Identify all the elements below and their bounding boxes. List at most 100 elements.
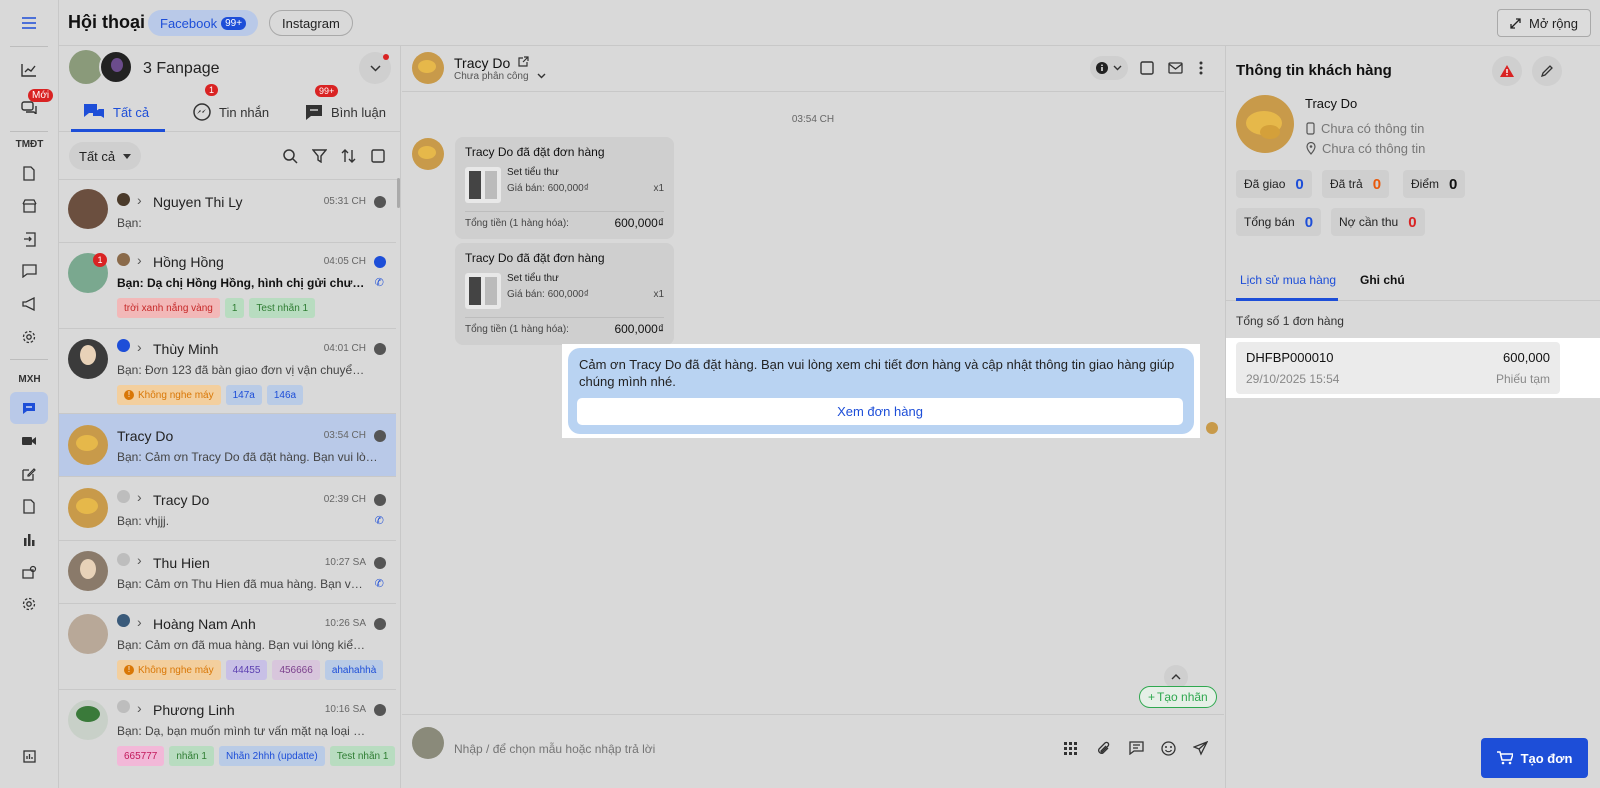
stat-total-sales: Tổng bán 0 [1236, 208, 1322, 236]
conversation-item[interactable]: › Nguyen Thi Ly 05:31 CH Bạn: [59, 180, 396, 243]
tag[interactable]: nhãn 1 [169, 746, 214, 766]
grid-icon[interactable] [1059, 737, 1081, 759]
bar-chart-icon[interactable] [17, 527, 41, 551]
more-vertical-icon[interactable] [1191, 58, 1211, 78]
order-code: DHFBP000010 [1246, 350, 1334, 365]
search-icon[interactable] [280, 146, 300, 166]
shop-settings-icon[interactable] [17, 560, 41, 584]
caret-down-icon [123, 153, 132, 159]
sort-icon[interactable] [338, 146, 358, 166]
store-icon[interactable] [17, 194, 41, 218]
conversations-icon[interactable] [10, 392, 48, 424]
product-name: Set tiểu thư [507, 167, 559, 178]
conversation-item[interactable]: › Phương Linh 10:16 SA Bạn: Dạ, bạn muốn… [59, 690, 396, 788]
tag[interactable]: ahahahhà [324, 660, 384, 680]
edit-icon[interactable] [17, 462, 41, 486]
message-time: 04:05 CH [323, 256, 366, 267]
tag[interactable]: Nhãn 2hhh (updatte) [218, 746, 325, 766]
messenger-icon [374, 704, 386, 716]
create-order-button[interactable]: Tạo đơn [1481, 738, 1588, 778]
tag[interactable]: ! Không nghe máy [117, 385, 221, 405]
messenger-icon [374, 256, 386, 268]
tag[interactable]: Test nhãn 1 [329, 746, 396, 766]
video-icon[interactable] [17, 429, 41, 453]
sender-avatar [412, 138, 444, 170]
page-title: Hội thoại [68, 12, 145, 32]
conversation-item[interactable]: › Tracy Do 02:39 CH Bạn: vhjjj. ✆ [59, 477, 396, 541]
status-dropdown[interactable] [1090, 56, 1128, 80]
square-icon[interactable] [1137, 58, 1157, 78]
tag[interactable]: 146a [266, 385, 304, 405]
fanpage-selector[interactable]: 3 Fanpage [59, 46, 401, 92]
tab-purchase-history[interactable]: Lịch sử mua hàng [1240, 273, 1336, 287]
fanpage-mini-avatar [117, 339, 130, 352]
menu-icon[interactable] [17, 11, 41, 35]
view-order-button[interactable]: Xem đơn hàng [577, 398, 1183, 425]
tag[interactable]: ! Không nghe máy [117, 660, 221, 680]
tab-notes[interactable]: Ghi chú [1360, 273, 1405, 287]
assign-status-label: Chưa phân công [454, 71, 529, 82]
emoji-icon[interactable] [1157, 737, 1179, 759]
list-scrollbar[interactable] [397, 178, 400, 208]
tag[interactable]: 456666 [272, 660, 320, 680]
expand-button[interactable]: Mở rộng [1497, 9, 1591, 37]
tag[interactable]: 44455 [225, 660, 268, 680]
conversation-item-selected[interactable]: Tracy Do 03:54 CH Bạn: Cảm ơn Tracy Do đ… [59, 414, 396, 477]
filter-icon[interactable] [309, 146, 329, 166]
plus-icon: + [1148, 690, 1156, 704]
conversation-item[interactable]: › Hoàng Nam Anh 10:26 SA Bạn: Cảm ơn đã … [59, 604, 396, 690]
chevron-down-icon [537, 73, 546, 79]
warning-button[interactable] [1492, 56, 1522, 86]
tab-messages[interactable]: Tin nhắn 1 [193, 84, 269, 132]
tag-list: ! Không nghe máy 147a 146a [117, 385, 304, 405]
tag[interactable]: Test nhãn 1 [249, 298, 316, 318]
tag-label: Không nghe máy [138, 664, 214, 676]
chevron-up-icon [1171, 674, 1181, 680]
order-card[interactable]: Tracy Do đã đặt đơn hàng Set tiểu thư Gi… [455, 243, 674, 345]
document-icon[interactable] [17, 161, 41, 185]
external-link-icon[interactable] [518, 56, 529, 67]
contact-name: Nguyen Thi Ly [153, 194, 243, 210]
fanpage-dropdown[interactable] [359, 52, 391, 84]
tab-instagram[interactable]: Instagram [269, 10, 353, 36]
send-icon[interactable] [1189, 737, 1211, 759]
conversation-item[interactable]: › Thu Hien 10:27 SA Bạn: Cảm ơn Thu Hien… [59, 541, 396, 604]
create-label-button[interactable]: + Tạo nhãn [1139, 686, 1217, 708]
tab-all[interactable]: Tất cả [83, 92, 149, 132]
last-message: Bạn: vhjjj. [117, 514, 170, 528]
tab-facebook[interactable]: Facebook 99+ [148, 10, 259, 36]
filter-dropdown[interactable]: Tất cả [69, 142, 142, 170]
edit-customer-button[interactable] [1532, 56, 1562, 86]
analytics-icon[interactable] [17, 58, 41, 82]
assign-status[interactable]: Chưa phân công [454, 71, 546, 82]
message-square-icon[interactable] [17, 259, 41, 283]
fanpage-avatar [69, 50, 103, 84]
report-icon[interactable] [17, 744, 41, 768]
avatar [68, 339, 108, 379]
select-all-icon[interactable] [368, 146, 388, 166]
message-input[interactable] [454, 737, 1034, 761]
mail-icon[interactable] [1165, 58, 1185, 78]
import-icon[interactable] [17, 227, 41, 251]
fanpage-mini-avatar [117, 700, 130, 713]
megaphone-icon[interactable] [17, 292, 41, 316]
order-card-title: Tracy Do đã đặt đơn hàng [465, 251, 605, 265]
order-row[interactable]: DHFBP000010 29/10/2025 15:54 600,000 Phi… [1236, 342, 1560, 394]
settings-icon[interactable] [17, 325, 41, 349]
tag[interactable]: 665777 [117, 746, 165, 766]
file-icon[interactable] [17, 494, 41, 518]
gear-icon[interactable] [17, 592, 41, 616]
order-card[interactable]: Tracy Do đã đặt đơn hàng Set tiểu thư Gi… [455, 137, 674, 239]
tag[interactable]: 1 [224, 298, 245, 318]
stat-label: Đã giao [1244, 177, 1286, 191]
quick-reply-icon[interactable] [1125, 737, 1147, 759]
phone-icon: ✆ [374, 515, 384, 527]
conversation-item[interactable]: 1 › Hồng Hồng 04:05 CH Bạn: Dạ chị Hồng … [59, 243, 396, 329]
tag[interactable]: trời xanh nắng vàng [117, 298, 220, 318]
avatar [68, 189, 108, 229]
tab-comments[interactable]: Bình luận 99+ [305, 85, 386, 132]
tag[interactable]: 147a [225, 385, 262, 405]
total-orders-label: Tổng số 1 đơn hàng [1236, 314, 1344, 328]
attachment-icon[interactable] [1092, 737, 1114, 759]
conversation-item[interactable]: › Thùy Minh 04:01 CH Bạn: Đơn 123 đã bàn… [59, 329, 396, 414]
